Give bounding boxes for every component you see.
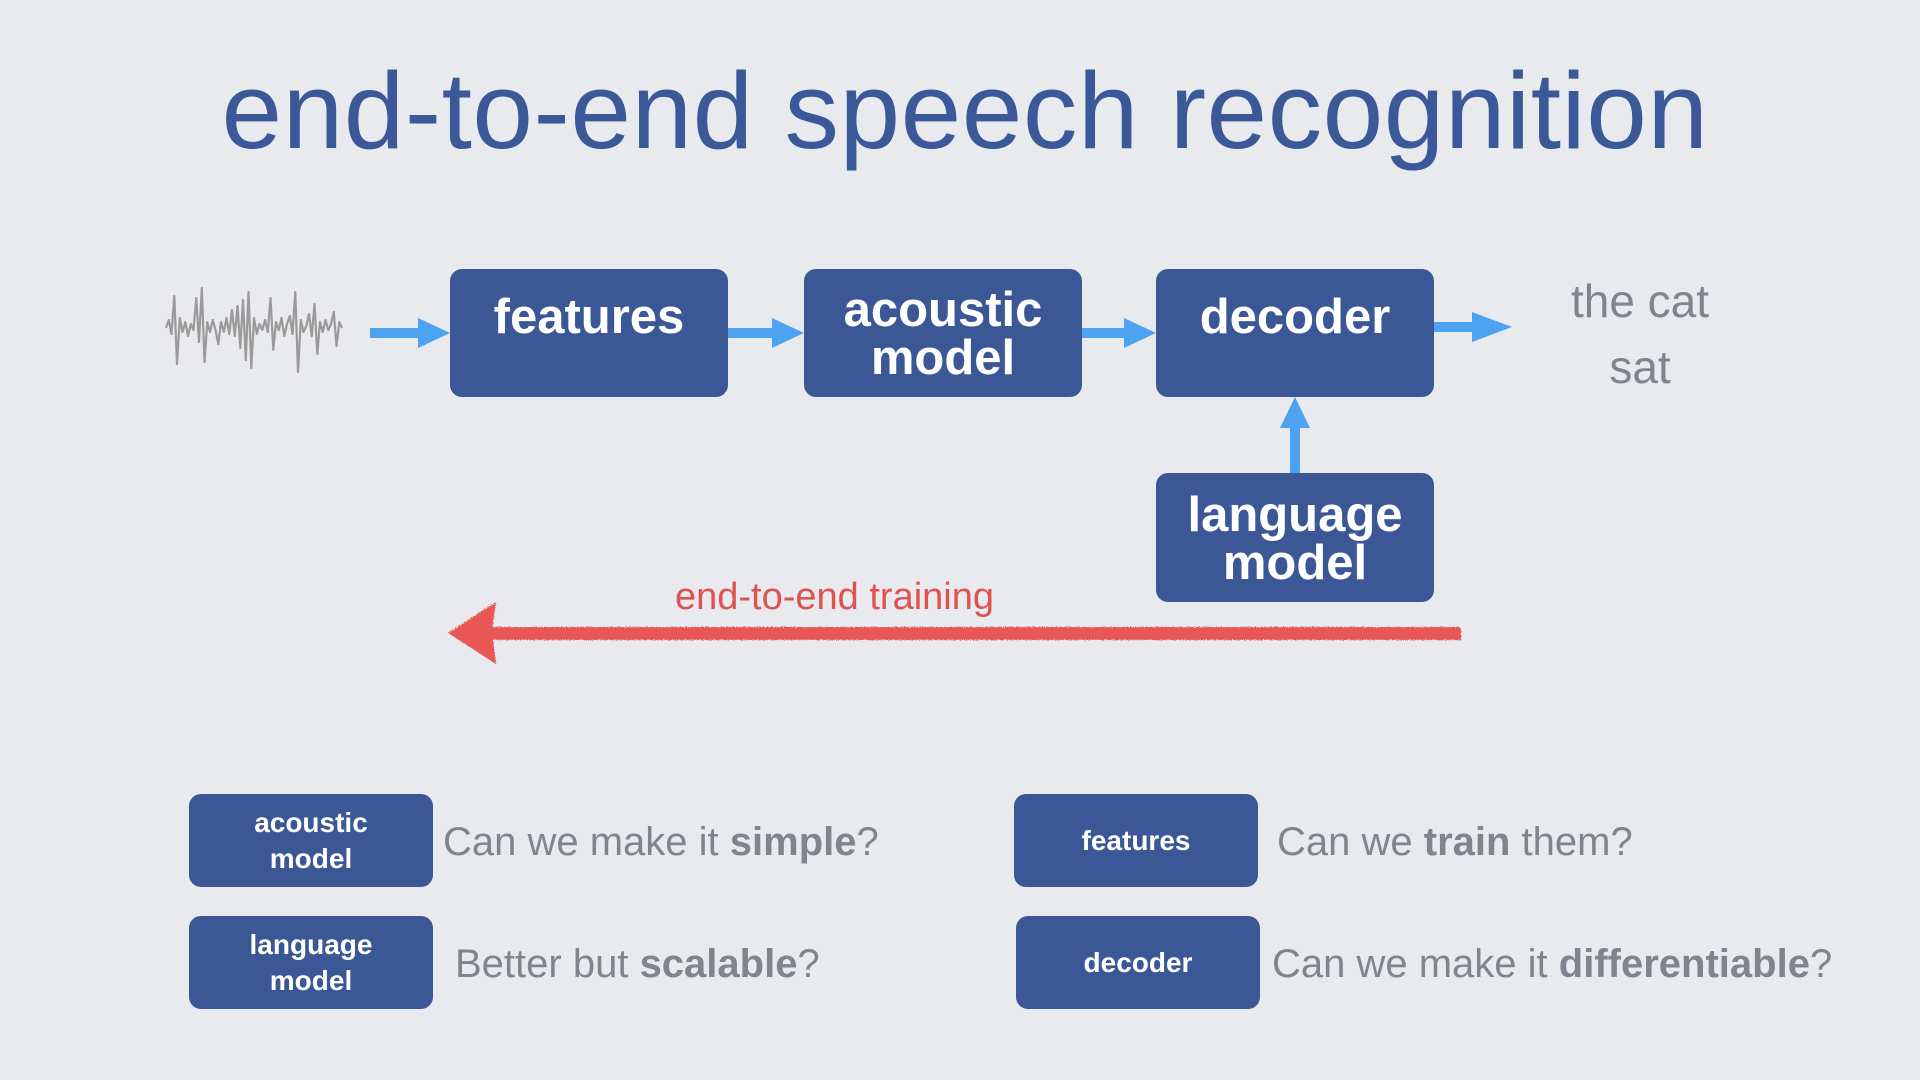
question-emphasis: simple bbox=[729, 820, 857, 864]
acoustic-model-block[interactable]: acoustic model bbox=[804, 269, 1082, 397]
question-train: Can we train them? bbox=[1277, 820, 1633, 865]
question-emphasis: scalable bbox=[639, 942, 798, 986]
acoustic-model-label-line2: model bbox=[870, 331, 1016, 385]
output-line1: the cat bbox=[1570, 275, 1710, 327]
arrow-decoder-to-output bbox=[1434, 312, 1512, 342]
question-text: Can we bbox=[1277, 820, 1424, 864]
question-scalable: Better but scalable? bbox=[455, 942, 820, 987]
q-language-model-line2: model bbox=[269, 964, 353, 996]
q-features-label: features bbox=[1081, 824, 1191, 856]
question-suffix: ? bbox=[1809, 942, 1833, 986]
question-suffix: ? bbox=[856, 820, 879, 864]
question-text: Better but bbox=[455, 942, 640, 986]
arrow-acoustic-to-decoder bbox=[1082, 318, 1156, 348]
question-simple: Can we make it simple? bbox=[443, 820, 879, 865]
question-emphasis: differentiable bbox=[1558, 942, 1810, 986]
arrow-input-to-features bbox=[370, 318, 450, 348]
question-suffix: ? bbox=[797, 942, 820, 986]
q-decoder-block: decoder bbox=[1016, 916, 1260, 1009]
q-acoustic-model-block: acoustic model bbox=[189, 794, 433, 887]
question-emphasis: train bbox=[1423, 820, 1511, 864]
q-acoustic-model-line2: model bbox=[269, 842, 353, 874]
acoustic-model-label-line1: acoustic bbox=[843, 283, 1043, 337]
q-features-block: features bbox=[1014, 794, 1258, 887]
question-suffix: them? bbox=[1510, 820, 1633, 864]
output-line2: sat bbox=[1609, 341, 1671, 393]
question-text: Can we make it bbox=[1272, 942, 1559, 986]
language-model-label-line2: model bbox=[1222, 535, 1368, 590]
q-language-model-line1: language bbox=[249, 928, 373, 960]
arrow-language-model-to-decoder bbox=[1280, 397, 1310, 474]
language-model-label-line1: language bbox=[1187, 487, 1403, 542]
q-acoustic-model-line1: acoustic bbox=[254, 806, 368, 838]
audio-waveform-icon bbox=[164, 286, 344, 374]
language-model-block[interactable]: language model bbox=[1156, 473, 1434, 602]
decoder-label: decoder bbox=[1199, 290, 1391, 344]
features-label: features bbox=[493, 290, 685, 344]
end-to-end-training-label: end-to-end training bbox=[675, 576, 994, 618]
question-differentiable: Can we make it differentiable? bbox=[1272, 942, 1832, 987]
features-block[interactable]: features bbox=[450, 269, 728, 397]
arrow-features-to-acoustic bbox=[728, 318, 804, 348]
decoder-block[interactable]: decoder bbox=[1156, 269, 1434, 397]
output-transcript: the cat sat bbox=[1540, 268, 1740, 400]
q-decoder-label: decoder bbox=[1083, 946, 1193, 978]
question-text: Can we make it bbox=[443, 820, 730, 864]
q-language-model-block: language model bbox=[189, 916, 433, 1009]
